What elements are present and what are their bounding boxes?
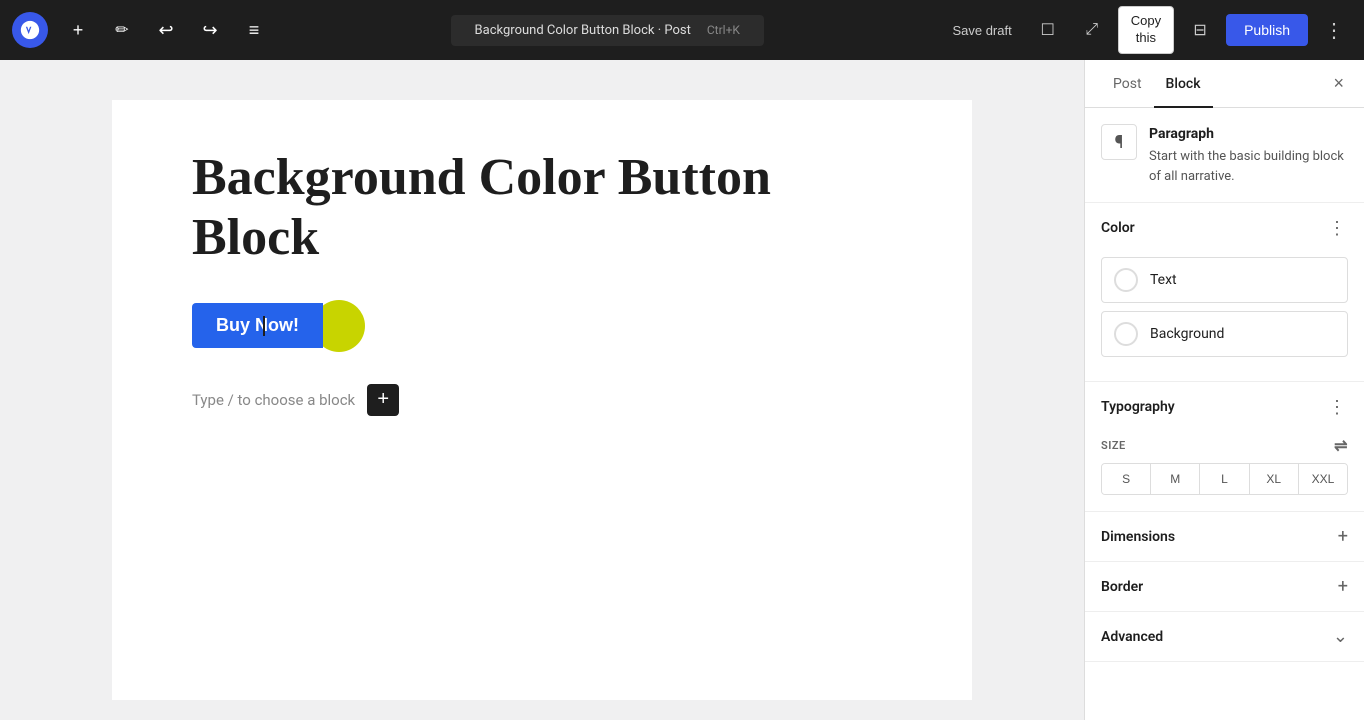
toolbar-center: Background Color Button Block · Post Ctr… bbox=[280, 15, 934, 46]
block-type-icon: ¶ bbox=[1101, 124, 1137, 160]
add-block-toolbar-button[interactable]: + bbox=[60, 12, 96, 48]
post-title-bar[interactable]: Background Color Button Block · Post Ctr… bbox=[451, 15, 764, 46]
border-expand-icon: + bbox=[1338, 576, 1348, 597]
text-cursor bbox=[263, 316, 265, 336]
tab-block[interactable]: Block bbox=[1154, 60, 1213, 108]
settings-icon: ⊟ bbox=[1193, 20, 1206, 40]
more-icon: ⋮ bbox=[1328, 218, 1346, 238]
size-controls-icon[interactable]: ⇌ bbox=[1334, 436, 1348, 455]
close-icon: × bbox=[1333, 73, 1344, 93]
size-xxl-button[interactable]: XXL bbox=[1299, 464, 1347, 494]
color-section-more-button[interactable]: ⋮ bbox=[1326, 217, 1348, 239]
sidebar-tabs: Post Block × bbox=[1085, 60, 1364, 108]
advanced-section: Advanced ⌄ bbox=[1085, 612, 1364, 662]
main-layout: Background Color Button Block Buy Now! T… bbox=[0, 60, 1364, 720]
edit-button[interactable]: ✏ bbox=[104, 12, 140, 48]
editor-canvas: Background Color Button Block Buy Now! T… bbox=[112, 100, 972, 700]
wp-logo[interactable] bbox=[12, 12, 48, 48]
advanced-header[interactable]: Advanced ⌄ bbox=[1085, 612, 1364, 661]
view-icon: ☐ bbox=[1041, 20, 1055, 40]
block-description: Paragraph Start with the basic building … bbox=[1149, 124, 1348, 186]
advanced-collapse-icon: ⌄ bbox=[1333, 626, 1348, 647]
typography-section: Typography ⋮ SIZE ⇌ S M L XL XXL bbox=[1085, 382, 1364, 512]
publish-button[interactable]: Publish bbox=[1226, 14, 1308, 46]
undo-button[interactable]: ↩ bbox=[148, 12, 184, 48]
fullscreen-icon: ⤢ bbox=[1085, 21, 1098, 39]
dimensions-section: Dimensions + bbox=[1085, 512, 1364, 562]
size-label: SIZE ⇌ bbox=[1101, 436, 1348, 455]
sidebar: Post Block × ¶ Paragraph Start with the … bbox=[1084, 60, 1364, 720]
add-block-button[interactable]: + bbox=[367, 384, 399, 416]
typography-content: SIZE ⇌ S M L XL XXL bbox=[1085, 432, 1364, 511]
size-buttons: S M L XL XXL bbox=[1101, 463, 1348, 495]
text-color-circle bbox=[1114, 268, 1138, 292]
border-section: Border + bbox=[1085, 562, 1364, 612]
size-xl-button[interactable]: XL bbox=[1250, 464, 1299, 494]
more-icon: ⋮ bbox=[1328, 397, 1346, 417]
color-section-title: Color bbox=[1101, 220, 1135, 236]
color-section: Color ⋮ Text Background bbox=[1085, 203, 1364, 382]
view-button[interactable]: ☐ bbox=[1030, 12, 1066, 48]
typography-section-title: Typography bbox=[1101, 399, 1175, 415]
edit-icon: ✏ bbox=[115, 20, 128, 40]
list-view-button[interactable]: ≡ bbox=[236, 12, 272, 48]
add-block-area: Type / to choose a block + bbox=[192, 384, 892, 416]
text-color-label: Text bbox=[1150, 272, 1177, 288]
color-section-header[interactable]: Color ⋮ bbox=[1085, 203, 1364, 253]
background-color-option[interactable]: Background bbox=[1101, 311, 1348, 357]
copy-this-button[interactable]: Copy this bbox=[1118, 6, 1174, 54]
block-info: ¶ Paragraph Start with the basic buildin… bbox=[1085, 108, 1364, 203]
border-title: Border bbox=[1101, 579, 1143, 595]
typography-section-more-button[interactable]: ⋮ bbox=[1326, 396, 1348, 418]
post-heading[interactable]: Background Color Button Block bbox=[192, 148, 892, 268]
background-color-circle bbox=[1114, 322, 1138, 346]
editor-area: Background Color Button Block Buy Now! T… bbox=[0, 60, 1084, 720]
background-color-label: Background bbox=[1150, 326, 1224, 342]
border-header[interactable]: Border + bbox=[1085, 562, 1364, 611]
button-block: Buy Now! bbox=[192, 300, 365, 352]
toolbar-right: Save draft ☐ ⤢ Copy this ⊟ Publish ⋮ bbox=[942, 6, 1352, 54]
size-m-button[interactable]: M bbox=[1151, 464, 1200, 494]
sidebar-toggle-button[interactable]: ⊟ bbox=[1182, 12, 1218, 48]
save-draft-button[interactable]: Save draft bbox=[942, 17, 1021, 44]
more-options-button[interactable]: ⋮ bbox=[1316, 14, 1352, 47]
size-s-button[interactable]: S bbox=[1102, 464, 1151, 494]
sidebar-close-button[interactable]: × bbox=[1329, 69, 1348, 98]
post-title: Background Color Button Block · Post bbox=[475, 23, 691, 38]
dimensions-expand-icon: + bbox=[1338, 526, 1348, 547]
keyboard-shortcut: Ctrl+K bbox=[707, 23, 740, 37]
undo-icon: ↩ bbox=[158, 20, 173, 41]
main-toolbar: + ✏ ↩ ↪ ≡ Background Color Button Block … bbox=[0, 0, 1364, 60]
color-options: Text Background bbox=[1085, 253, 1364, 381]
fullscreen-button[interactable]: ⤢ bbox=[1074, 12, 1110, 48]
wp-logo-icon bbox=[19, 19, 41, 41]
buy-now-button[interactable]: Buy Now! bbox=[192, 303, 323, 348]
typography-section-header[interactable]: Typography ⋮ bbox=[1085, 382, 1364, 432]
dimensions-header[interactable]: Dimensions + bbox=[1085, 512, 1364, 561]
more-icon: ⋮ bbox=[1324, 20, 1344, 42]
redo-icon: ↪ bbox=[202, 20, 217, 41]
advanced-title: Advanced bbox=[1101, 629, 1163, 645]
dimensions-title: Dimensions bbox=[1101, 529, 1175, 545]
size-l-button[interactable]: L bbox=[1200, 464, 1249, 494]
redo-button[interactable]: ↪ bbox=[192, 12, 228, 48]
placeholder-text: Type / to choose a block bbox=[192, 391, 355, 409]
list-view-icon: ≡ bbox=[249, 20, 260, 41]
text-color-option[interactable]: Text bbox=[1101, 257, 1348, 303]
tab-post[interactable]: Post bbox=[1101, 60, 1154, 108]
